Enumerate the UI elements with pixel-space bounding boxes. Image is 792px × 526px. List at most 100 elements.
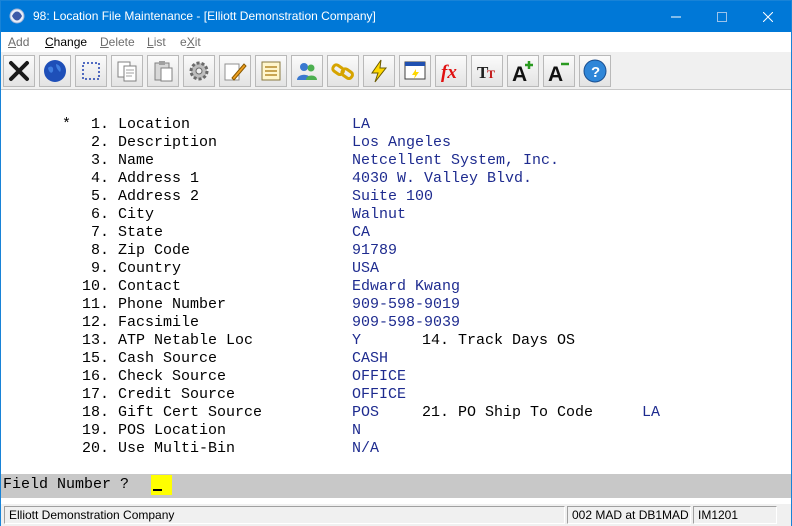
field-row[interactable]: 10. Contact Edward Kwang bbox=[1, 278, 791, 296]
status-company: Elliott Demonstration Company bbox=[4, 506, 565, 524]
help-icon: ? bbox=[583, 59, 607, 83]
window-title: 98: Location File Maintenance - [Elliott… bbox=[33, 9, 376, 23]
text-size-button[interactable]: TT bbox=[471, 55, 503, 87]
field-number-input[interactable] bbox=[151, 475, 172, 495]
status-code: IM1201 bbox=[693, 506, 777, 524]
field-row[interactable]: 12. Facsimile 909-598-9039 bbox=[1, 314, 791, 332]
field-label: 10. Contact bbox=[82, 278, 182, 295]
menu-delete[interactable]: Delete bbox=[100, 35, 135, 49]
minimize-icon bbox=[671, 16, 681, 17]
field-row[interactable]: 17. Credit Source OFFICE bbox=[1, 386, 791, 404]
font-decrease-button[interactable]: A bbox=[543, 55, 575, 87]
field-value: POS bbox=[352, 404, 380, 421]
menu-change-label: hange bbox=[53, 35, 88, 49]
menu-exit-label: it bbox=[194, 35, 201, 49]
title-bar[interactable]: 98: Location File Maintenance - [Elliott… bbox=[1, 1, 791, 32]
field-row[interactable]: 7. State CA bbox=[1, 224, 791, 242]
menu-change[interactable]: Change bbox=[45, 35, 87, 49]
globe-button[interactable] bbox=[39, 55, 71, 87]
field-value: 91789 bbox=[352, 242, 398, 259]
field-row[interactable]: 6. City Walnut bbox=[1, 206, 791, 224]
field-row[interactable]: 15. Cash Source CASH bbox=[1, 350, 791, 368]
close-button[interactable] bbox=[745, 1, 791, 32]
select-button[interactable] bbox=[75, 55, 107, 87]
field-row[interactable]: 13. ATP Netable Loc Y 14. Track Days OS bbox=[1, 332, 791, 350]
field-value: CASH bbox=[352, 350, 389, 367]
field-label: 12. Facsimile bbox=[82, 314, 200, 331]
field-label: 19. POS Location bbox=[82, 422, 227, 439]
field-label: 16. Check Source bbox=[82, 368, 227, 385]
field-label: 18. Gift Cert Source bbox=[82, 404, 263, 421]
field-value: 909-598-9039 bbox=[352, 314, 461, 331]
screen-button[interactable] bbox=[399, 55, 431, 87]
field-value: Los Angeles bbox=[352, 134, 452, 151]
field-label: 20. Use Multi-Bin bbox=[82, 440, 236, 457]
close-icon bbox=[763, 11, 773, 22]
field-label: 15. Cash Source bbox=[82, 350, 218, 367]
menu-exit[interactable]: eXit bbox=[180, 35, 201, 49]
link-icon bbox=[331, 63, 354, 81]
field-row[interactable]: 11. Phone Number 909-598-9019 bbox=[1, 296, 791, 314]
field-value: Walnut bbox=[352, 206, 407, 223]
screen-icon bbox=[404, 61, 426, 80]
field-row[interactable]: 16. Check Source OFFICE bbox=[1, 368, 791, 386]
field-row[interactable]: 2. Description Los Angeles bbox=[1, 134, 791, 152]
field-label: 4. Address 1 bbox=[82, 170, 200, 187]
field-row[interactable]: 20. Use Multi-Bin N/A bbox=[1, 440, 791, 458]
field-label: 17. Credit Source bbox=[82, 386, 236, 403]
menu-list[interactable]: List bbox=[147, 35, 166, 49]
minimize-button[interactable] bbox=[653, 1, 699, 32]
paste-button[interactable] bbox=[147, 55, 179, 87]
field-value: N/A bbox=[352, 440, 380, 457]
menu-add[interactable]: Add bbox=[8, 35, 29, 49]
svg-text:A: A bbox=[548, 63, 563, 84]
status-bar: Elliott Demonstration Company 002 MAD at… bbox=[1, 504, 791, 526]
users-button[interactable] bbox=[291, 55, 323, 87]
maximize-icon bbox=[717, 11, 727, 22]
field-row[interactable]: 3. Name Netcellent System, Inc. bbox=[1, 152, 791, 170]
menu-bar: Add Change Delete List eXit bbox=[1, 32, 791, 52]
field-row[interactable]: 5. Address 2 Suite 100 bbox=[1, 188, 791, 206]
exit-icon bbox=[9, 61, 29, 81]
app-icon bbox=[9, 8, 25, 24]
field-row[interactable]: 8. Zip Code 91789 bbox=[1, 242, 791, 260]
copy-button[interactable] bbox=[111, 55, 143, 87]
menu-add-accel: A bbox=[8, 35, 17, 49]
menu-change-accel: C bbox=[45, 35, 54, 49]
menu-list-label: ist bbox=[153, 35, 166, 49]
field-label: 14. Track Days OS bbox=[422, 332, 576, 349]
notes-button[interactable] bbox=[255, 55, 287, 87]
edit-button[interactable] bbox=[219, 55, 251, 87]
menu-delete-label: elete bbox=[108, 35, 135, 49]
link-button[interactable] bbox=[327, 55, 359, 87]
help-button[interactable]: ? bbox=[579, 55, 611, 87]
field-value: CA bbox=[352, 224, 371, 241]
field-label: 21. PO Ship To Code bbox=[422, 404, 594, 421]
maximize-button[interactable] bbox=[699, 1, 745, 32]
font-decrease-icon: A bbox=[548, 62, 569, 84]
field-label: 3. Name bbox=[82, 152, 155, 169]
menu-exit-accel: X bbox=[186, 35, 195, 49]
font-increase-button[interactable]: A bbox=[507, 55, 539, 87]
menu-list-accel: L bbox=[147, 35, 154, 49]
field-label: 9. Country bbox=[82, 260, 182, 277]
field-row[interactable]: 9. Country USA bbox=[1, 260, 791, 278]
lightning-button[interactable] bbox=[363, 55, 395, 87]
svg-text:fx: fx bbox=[441, 62, 457, 83]
menu-add-label: dd bbox=[16, 35, 30, 49]
field-row[interactable]: 4. Address 1 4030 W. Valley Blvd. bbox=[1, 170, 791, 188]
exit-button[interactable] bbox=[3, 55, 35, 87]
field-row[interactable]: 1. Location LA bbox=[1, 116, 791, 134]
field-value: N bbox=[352, 422, 362, 439]
function-button[interactable]: fx bbox=[435, 55, 467, 87]
field-label: 7. State bbox=[82, 224, 164, 241]
settings-button[interactable] bbox=[183, 55, 215, 87]
paste-icon bbox=[154, 61, 173, 82]
field-row[interactable]: 19. POS Location N bbox=[1, 422, 791, 440]
field-value: LA bbox=[352, 116, 371, 133]
settings-icon bbox=[189, 61, 209, 81]
field-row[interactable]: 18. Gift Cert Source POS 21. PO Ship To Co… bbox=[1, 404, 791, 422]
field-list: * 1. Location LA 2. Description Los Angele… bbox=[1, 91, 791, 474]
field-value: Netcellent System, Inc. bbox=[352, 152, 560, 169]
users-icon bbox=[297, 63, 317, 80]
